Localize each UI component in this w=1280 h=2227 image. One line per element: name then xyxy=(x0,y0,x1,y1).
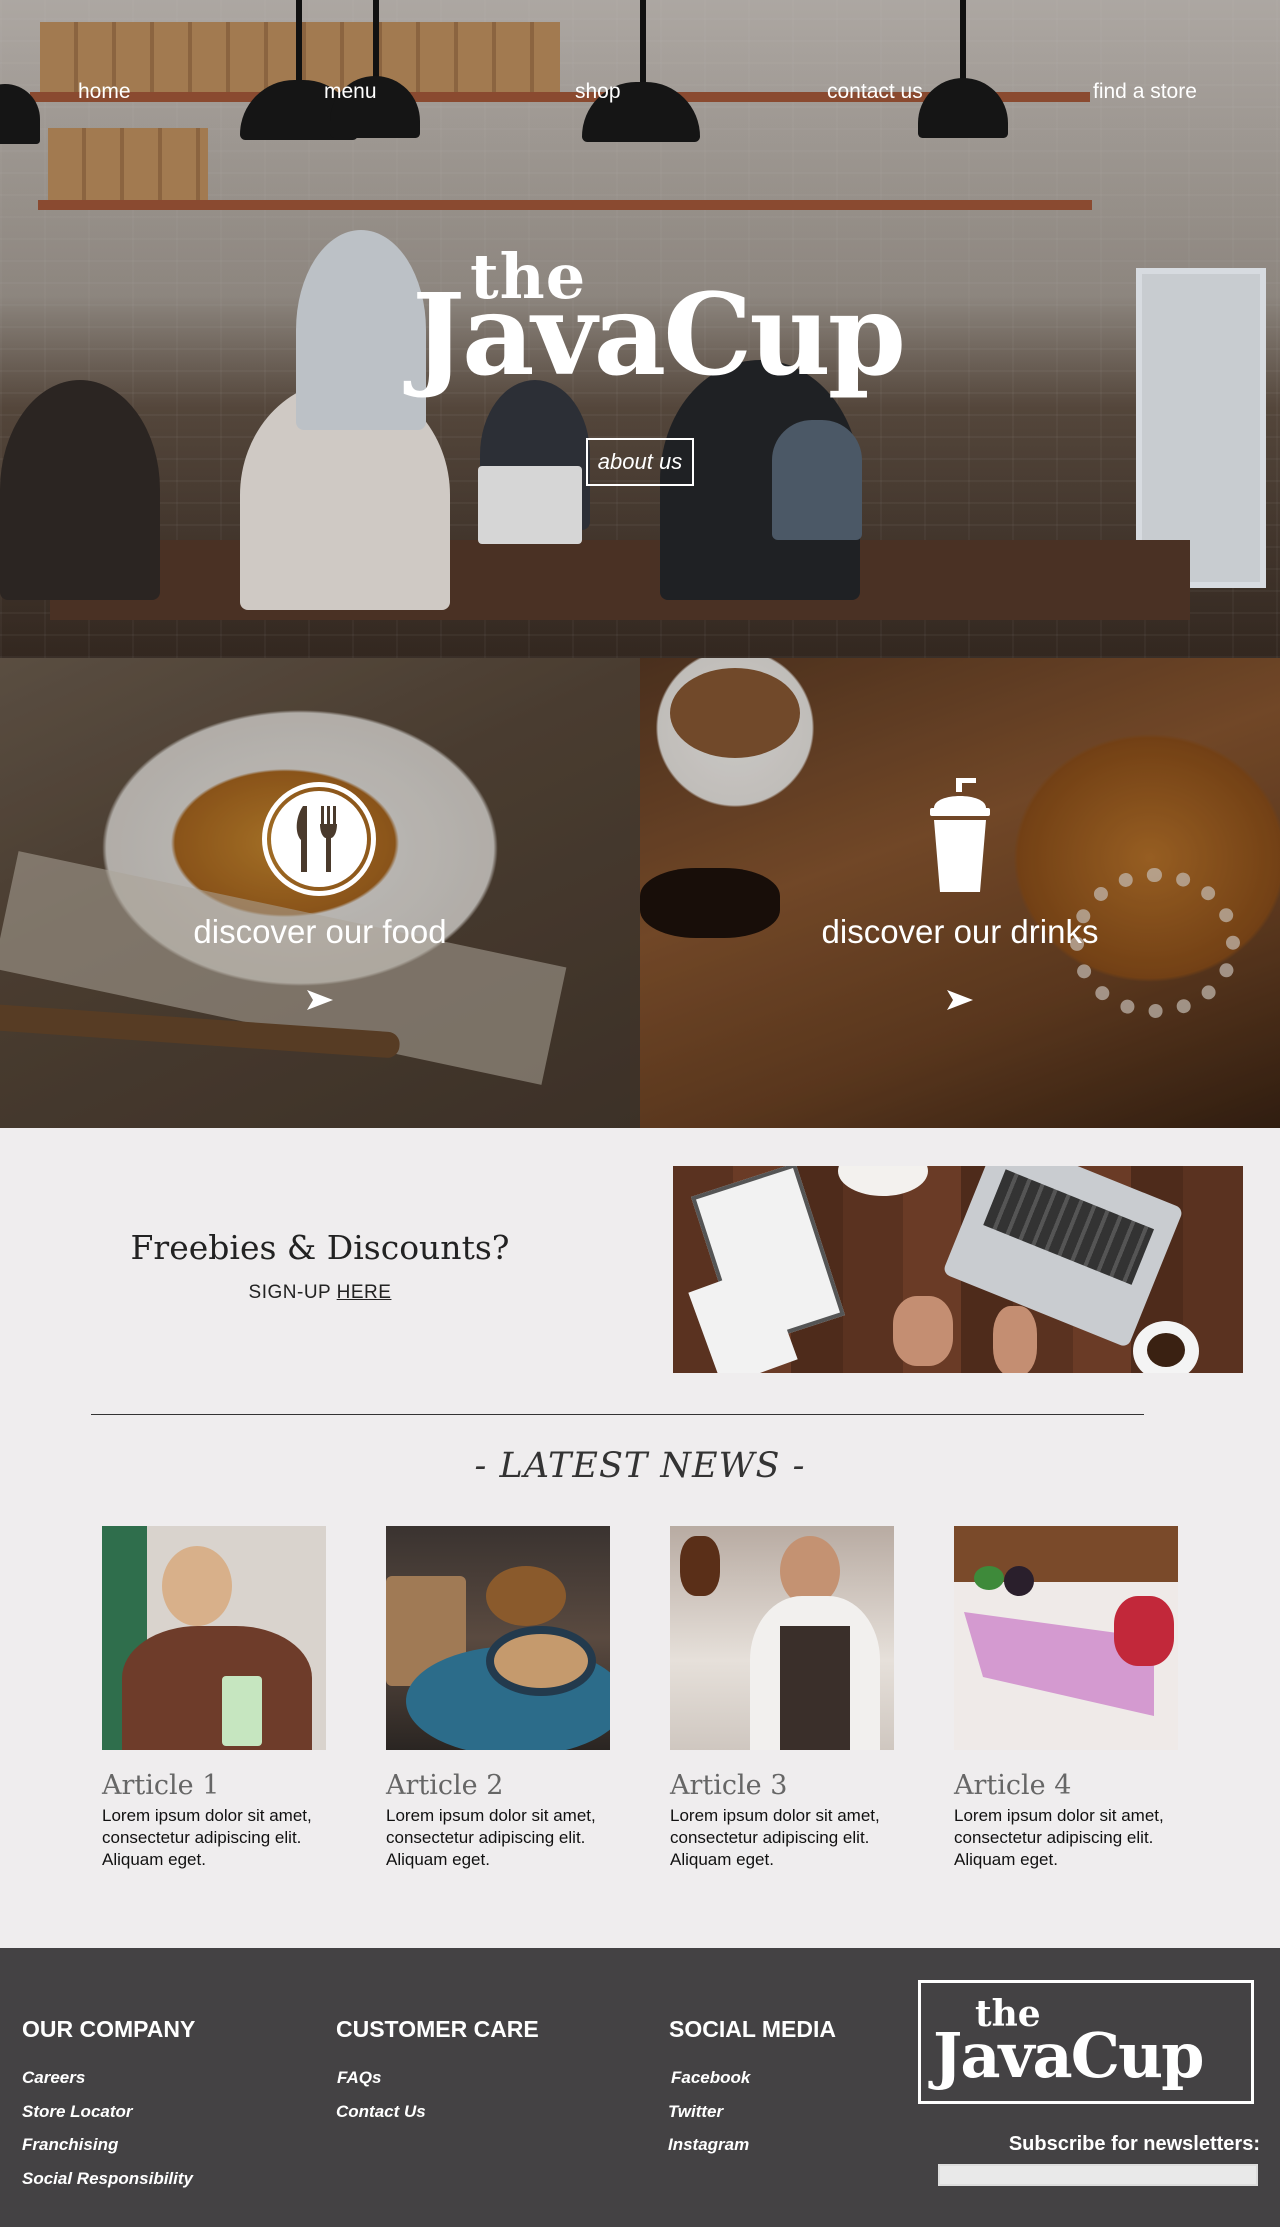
lamp-cord xyxy=(296,0,302,90)
freebies-signup: SIGN-UP HERE xyxy=(0,1282,640,1304)
article-card[interactable]: Article 3 Lorem ipsum dolor sit amet, co… xyxy=(670,1526,900,1871)
footer-heading-company: OUR COMPANY xyxy=(22,2016,196,2042)
latte-decor xyxy=(486,1626,596,1696)
freebies-title: Freebies & Discounts? xyxy=(130,1228,510,1267)
drink-cup-icon xyxy=(930,778,990,892)
keyboard-decor xyxy=(983,1169,1155,1285)
subscribe-label: Subscribe for newsletters: xyxy=(1008,2133,1260,2155)
discover-drinks-panel[interactable]: discover our drinks xyxy=(640,658,1280,1128)
article-title[interactable]: Article 1 xyxy=(102,1770,332,1801)
nav-contact-us[interactable]: contact us xyxy=(827,80,923,104)
footer-link-twitter[interactable]: Twitter xyxy=(668,2102,723,2122)
footer-link-instagram[interactable]: Instagram xyxy=(668,2135,749,2155)
chocolate-decor xyxy=(680,1536,720,1596)
fork-knife-glyph xyxy=(296,806,337,872)
footer-link-facebook[interactable]: Facebook xyxy=(671,2068,750,2088)
arrow-right-icon[interactable] xyxy=(945,988,975,1012)
newsletter-email-input[interactable] xyxy=(938,2164,1258,2186)
signup-prefix: SIGN-UP xyxy=(248,1282,337,1303)
mint-decor xyxy=(974,1566,1004,1590)
about-us-button[interactable]: about us xyxy=(586,438,694,486)
footer-logo[interactable]: the JavaCup xyxy=(918,1980,1254,2104)
berry-decor xyxy=(1114,1596,1174,1666)
lamp-cord xyxy=(640,0,646,90)
article-image[interactable] xyxy=(386,1526,610,1750)
apron-decor xyxy=(780,1626,850,1750)
main-nav: home menu shop contact us find a store xyxy=(0,80,1280,108)
hero-banner: home menu shop contact us find a store t… xyxy=(0,0,1280,658)
person-decor xyxy=(296,230,426,430)
signup-here-link[interactable]: HERE xyxy=(337,1282,392,1303)
coffee-cup-decor xyxy=(1133,1321,1199,1373)
pastry-decor xyxy=(486,1566,566,1626)
person-decor xyxy=(122,1626,312,1750)
arrow-right-icon[interactable] xyxy=(305,988,335,1012)
article-excerpt: Lorem ipsum dolor sit amet, consectetur … xyxy=(670,1806,880,1869)
person-decor xyxy=(0,380,160,600)
footer-heading-social-media: SOCIAL MEDIA xyxy=(669,2016,836,2042)
nav-shop[interactable]: shop xyxy=(575,80,621,104)
laptop-decor xyxy=(942,1166,1184,1348)
footer-link-contact-us[interactable]: Contact Us xyxy=(336,2102,426,2122)
footer-link-social-responsibility[interactable]: Social Responsibility xyxy=(22,2169,193,2189)
article-image[interactable] xyxy=(954,1526,1178,1750)
hero-logo-main: JavaCup xyxy=(412,270,906,401)
footer-link-careers[interactable]: Careers xyxy=(22,2068,85,2088)
person-decor xyxy=(162,1546,232,1626)
footer-heading-customer-care: CUSTOMER CARE xyxy=(336,2016,539,2042)
lamp-cord xyxy=(373,0,379,80)
fork-knife-icon-inner xyxy=(271,791,367,887)
article-title[interactable]: Article 3 xyxy=(670,1770,900,1801)
footer-logo-main: JavaCup xyxy=(933,2019,1204,2092)
footer-link-faqs[interactable]: FAQs xyxy=(337,2068,381,2088)
fork-knife-icon xyxy=(262,782,376,896)
coffee-bags-decor xyxy=(48,128,208,200)
article-title[interactable]: Article 4 xyxy=(954,1770,1184,1801)
section-divider xyxy=(91,1414,1144,1415)
cup-decor xyxy=(222,1676,262,1746)
shelf-decor xyxy=(38,200,1092,210)
hand-decor xyxy=(993,1306,1037,1373)
article-card[interactable]: Article 2 Lorem ipsum dolor sit amet, co… xyxy=(386,1526,616,1871)
nav-menu[interactable]: menu xyxy=(324,80,377,104)
person-decor xyxy=(772,420,862,540)
article-card[interactable]: Article 1 Lorem ipsum dolor sit amet, co… xyxy=(102,1526,332,1871)
discover-drinks-label: discover our drinks xyxy=(821,913,1099,950)
lamp-cord xyxy=(960,0,966,80)
laptop-decor xyxy=(478,466,582,544)
discover-food-panel[interactable]: discover our food xyxy=(0,658,640,1128)
hand-decor xyxy=(893,1296,953,1366)
article-excerpt: Lorem ipsum dolor sit amet, consectetur … xyxy=(386,1806,596,1869)
freebies-photo xyxy=(673,1166,1243,1373)
footer-link-franchising[interactable]: Franchising xyxy=(22,2135,118,2155)
discover-food-label: discover our food xyxy=(193,913,447,950)
article-image[interactable] xyxy=(102,1526,326,1750)
article-excerpt: Lorem ipsum dolor sit amet, consectetur … xyxy=(102,1806,312,1869)
nav-find-a-store[interactable]: find a store xyxy=(1093,80,1197,104)
plate-decor xyxy=(838,1166,928,1196)
article-title[interactable]: Article 2 xyxy=(386,1770,616,1801)
article-image[interactable] xyxy=(670,1526,894,1750)
nav-home[interactable]: home xyxy=(78,80,131,104)
article-excerpt: Lorem ipsum dolor sit amet, consectetur … xyxy=(954,1806,1164,1869)
berry-decor xyxy=(1004,1566,1034,1596)
site-footer: OUR COMPANY Careers Store Locator Franch… xyxy=(0,1948,1280,2227)
latest-news-title: - LATEST NEWS - xyxy=(474,1446,806,1486)
counter-decor xyxy=(50,540,1190,620)
footer-link-store-locator[interactable]: Store Locator xyxy=(22,2102,133,2122)
article-card[interactable]: Article 4 Lorem ipsum dolor sit amet, co… xyxy=(954,1526,1184,1871)
